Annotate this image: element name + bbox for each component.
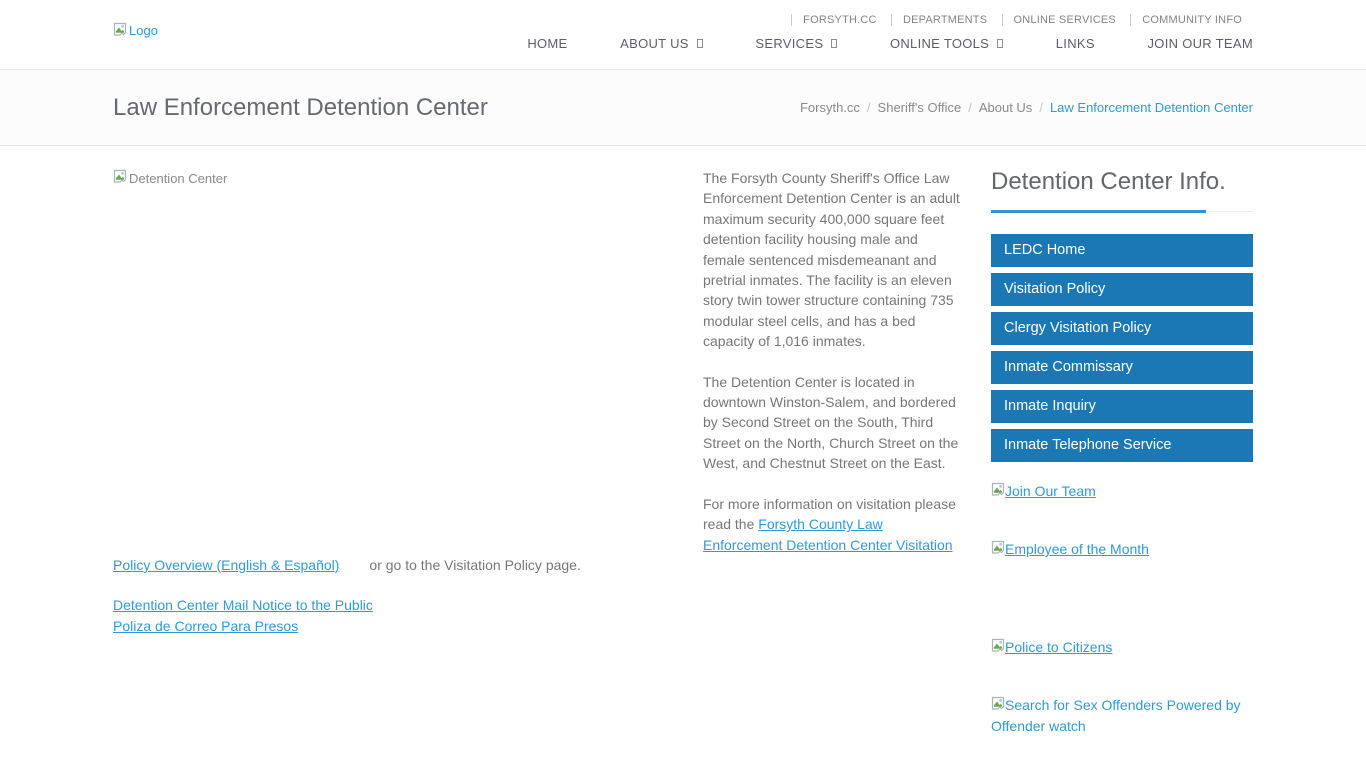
page-title: Law Enforcement Detention Center — [113, 94, 488, 122]
logo-alt-text: Logo — [129, 23, 158, 38]
police-to-citizens-link[interactable]: Police to Citizens — [991, 637, 1253, 658]
sidebar-detention-center-info: Detention Center Info. LEDC Home Visitat… — [991, 168, 1253, 737]
mail-notice-links: Detention Center Mail Notice to the Publ… — [113, 595, 961, 636]
nav-about-us[interactable]: ABOUT US — [620, 36, 703, 51]
broken-image-icon — [113, 169, 127, 189]
dropdown-box-icon — [831, 39, 837, 48]
broken-image-icon — [991, 639, 1005, 655]
mail-notice-link[interactable]: Detention Center Mail Notice to the Publ… — [113, 595, 373, 615]
breadcrumb-current: Law Enforcement Detention Center — [1050, 100, 1253, 115]
site-header: Logo FORSYTH.CC DEPARTMENTS ONLINE SERVI… — [0, 0, 1366, 70]
site-logo[interactable]: Logo — [113, 22, 158, 39]
sidebar-button-inmate-inquiry[interactable]: Inmate Inquiry — [991, 390, 1253, 423]
detention-center-image: Detention Center — [113, 169, 227, 189]
dropdown-box-icon — [697, 39, 703, 48]
utility-nav-community-info[interactable]: COMMUNITY INFO — [1130, 14, 1253, 26]
nav-services[interactable]: SERVICES — [755, 36, 837, 51]
sidebar-button-inmate-commissary[interactable]: Inmate Commissary — [991, 351, 1253, 384]
utility-nav: FORSYTH.CC DEPARTMENTS ONLINE SERVICES C… — [113, 14, 1253, 26]
main-content: Detention Center The Forsyth County Sher… — [113, 168, 961, 656]
broken-image-icon — [991, 697, 1005, 713]
main-nav: HOME ABOUT US SERVICES ONLINE TOOLS LINK… — [113, 36, 1253, 51]
sex-offenders-search-link[interactable]: Search for Sex Offenders Powered by Offe… — [991, 695, 1253, 737]
utility-nav-departments[interactable]: DEPARTMENTS — [891, 14, 998, 26]
employee-of-the-month-link[interactable]: Employee of the Month — [991, 539, 1253, 560]
utility-nav-online-services[interactable]: ONLINE SERVICES — [1002, 14, 1127, 26]
image-alt-text: Detention Center — [129, 169, 227, 189]
sidebar-button-clergy-visitation-policy[interactable]: Clergy Visitation Policy — [991, 312, 1253, 345]
utility-nav-forsyth-cc[interactable]: FORSYTH.CC — [791, 14, 888, 26]
broken-image-icon — [991, 483, 1005, 499]
broken-image-icon — [991, 541, 1005, 557]
sidebar-button-visitation-policy[interactable]: Visitation Policy — [991, 273, 1253, 306]
breadcrumb-forsyth-cc[interactable]: Forsyth.cc — [800, 100, 860, 115]
sidebar-button-inmate-telephone-service[interactable]: Inmate Telephone Service — [991, 429, 1253, 462]
visitation-suffix-text: or go to the Visitation Policy page. — [369, 557, 580, 573]
nav-join-our-team[interactable]: JOIN OUR TEAM — [1147, 36, 1253, 51]
breadcrumb: Forsyth.cc/Sheriff's Office/About Us/Law… — [800, 100, 1253, 115]
nav-online-tools[interactable]: ONLINE TOOLS — [890, 36, 1003, 51]
sidebar-title: Detention Center Info. — [991, 168, 1253, 212]
broken-image-icon — [113, 22, 127, 39]
poliza-correo-link[interactable]: Poliza de Correo Para Presos — [113, 616, 298, 636]
nav-links[interactable]: LINKS — [1056, 36, 1095, 51]
breadcrumb-sheriffs-office[interactable]: Sheriff's Office — [878, 100, 962, 115]
join-our-team-link[interactable]: Join Our Team — [991, 481, 1253, 502]
breadcrumb-about-us[interactable]: About Us — [979, 100, 1032, 115]
dropdown-box-icon — [997, 39, 1003, 48]
title-band: Law Enforcement Detention Center Forsyth… — [0, 70, 1366, 146]
nav-home[interactable]: HOME — [527, 36, 567, 51]
sidebar-button-ledc-home[interactable]: LEDC Home — [991, 234, 1253, 267]
